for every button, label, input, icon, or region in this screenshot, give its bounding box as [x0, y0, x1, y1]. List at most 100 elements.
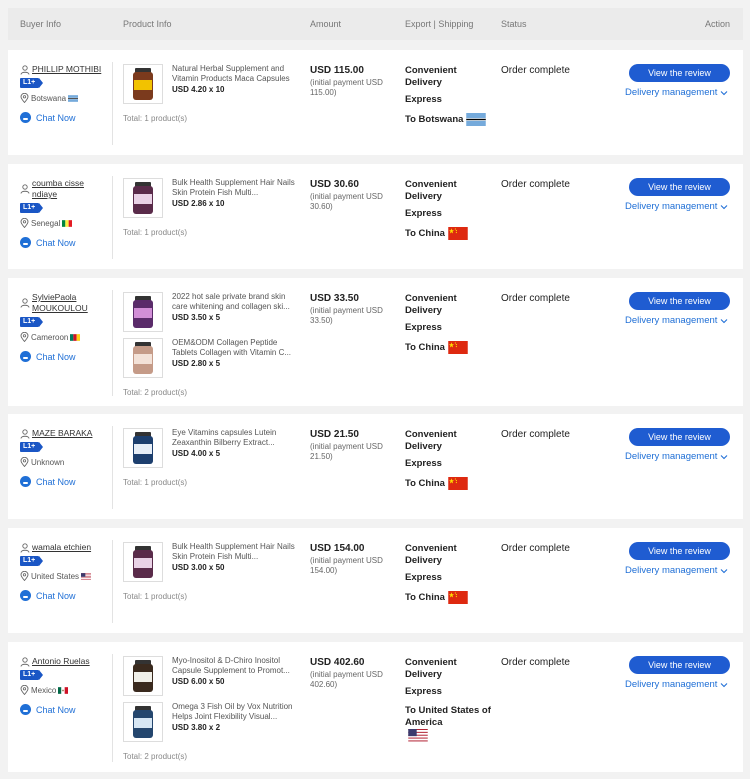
buyer-country-name: Unknown [31, 457, 65, 467]
col-buyer-info: Buyer Info [20, 19, 62, 29]
order-status: Order complete [501, 65, 570, 76]
product-thumbnail[interactable] [123, 338, 163, 378]
shipping-express: Express [405, 322, 442, 333]
shipping-info: Convenient Delivery Express To China [405, 179, 495, 240]
product-item[interactable]: Omega 3 Fish Oil by Vox Nutrition Helps … [123, 702, 308, 748]
product-thumbnail[interactable] [123, 702, 163, 742]
destination-flag-icon [448, 341, 468, 354]
buyer-name-link[interactable]: SylviePaola MOUKOULOU [20, 292, 110, 314]
buyer-name-link[interactable]: wamala etchien [20, 542, 110, 553]
person-icon [20, 656, 30, 667]
product-thumbnail[interactable] [123, 428, 163, 468]
product-title[interactable]: Bulk Health Supplement Hair Nails Skin P… [172, 542, 300, 562]
product-thumbnail[interactable] [123, 656, 163, 696]
view-review-button[interactable]: View the review [629, 656, 730, 674]
product-total: Total: 1 product(s) [123, 228, 188, 237]
col-amount: Amount [310, 19, 342, 29]
product-thumbnail[interactable] [123, 178, 163, 218]
shipping-type: Convenient Delivery [405, 429, 457, 452]
product-bottle-image [124, 703, 162, 741]
buyer-info: PHILLIP MOTHIBI L1+ Botswana Chat Now [20, 64, 110, 123]
buyer-info: wamala etchien L1+ United States Chat Now [20, 542, 110, 601]
buyer-name-link[interactable]: PHILLIP MOTHIBI [20, 64, 110, 75]
buyer-name: PHILLIP MOTHIBI [32, 64, 102, 74]
product-item[interactable]: Bulk Health Supplement Hair Nails Skin P… [123, 542, 308, 588]
column-divider [112, 290, 113, 396]
delivery-management-dropdown[interactable]: Delivery management [625, 315, 728, 326]
view-review-button[interactable]: View the review [629, 178, 730, 196]
product-price: USD 3.50 x 5 [172, 313, 221, 322]
order-card: wamala etchien L1+ United States Chat Now Bu… [8, 528, 743, 633]
order-card: MAZE BARAKA L1+ Unknown Chat Now Eye Vitamin… [8, 414, 743, 519]
buyer-level-badge: L1+ [20, 203, 44, 213]
order-status: Order complete [501, 293, 570, 304]
chat-now-button[interactable]: Chat Now [20, 351, 110, 362]
shipping-info: Convenient Delivery Express To Botswana [405, 65, 495, 126]
buyer-name-link[interactable]: MAZE BARAKA [20, 428, 110, 439]
buyer-info: coumba cisse ndiaye L1+ Senegal Chat Now [20, 178, 110, 248]
destination-flag-icon [448, 477, 468, 490]
product-bottle-image [124, 543, 162, 581]
product-price: USD 3.80 x 2 [172, 723, 221, 732]
product-info: Bulk Health Supplement Hair Nails Skin P… [123, 178, 308, 237]
shipping-info: Convenient Delivery Express To China [405, 293, 495, 354]
delivery-management-dropdown[interactable]: Delivery management [625, 451, 728, 462]
chevron-down-icon [721, 204, 728, 209]
buyer-name-link[interactable]: coumba cisse ndiaye [20, 178, 110, 200]
product-title[interactable]: Eye Vitamins capsules Lutein Zeaxanthin … [172, 428, 300, 448]
chat-now-button[interactable]: Chat Now [20, 112, 110, 123]
destination-flag-icon [466, 113, 487, 126]
amount-value: USD 115.00 [310, 65, 364, 76]
product-item[interactable]: 2022 hot sale private brand skin care wh… [123, 292, 308, 338]
initial-payment: (initial payment USD 21.50) [310, 442, 383, 461]
location-pin-icon [20, 457, 29, 467]
chat-now-button[interactable]: Chat Now [20, 704, 110, 715]
delivery-management-dropdown[interactable]: Delivery management [625, 679, 728, 690]
shipping-destination: To China [405, 227, 495, 240]
product-thumbnail[interactable] [123, 542, 163, 582]
buyer-info: Antonio Ruelas L1+ Mexico Chat Now [20, 656, 110, 715]
chat-now-label: Chat Now [36, 112, 76, 123]
view-review-button[interactable]: View the review [629, 64, 730, 82]
column-divider [112, 426, 113, 509]
product-title[interactable]: OEM&ODM Collagen Peptide Tablets Collage… [172, 338, 300, 358]
delivery-management-dropdown[interactable]: Delivery management [625, 565, 728, 576]
product-info: Eye Vitamins capsules Lutein Zeaxanthin … [123, 428, 308, 487]
amount-value: USD 30.60 [310, 179, 359, 190]
column-divider [112, 654, 113, 762]
chevron-down-icon [721, 90, 728, 95]
country-flag-icon [58, 686, 69, 694]
chat-icon [20, 237, 31, 248]
delivery-management-label: Delivery management [625, 565, 718, 576]
product-title[interactable]: Natural Herbal Supplement and Vitamin Pr… [172, 64, 300, 84]
product-thumbnail[interactable] [123, 64, 163, 104]
order-card: PHILLIP MOTHIBI L1+ Botswana Chat Now Natura… [8, 50, 743, 155]
view-review-button[interactable]: View the review [629, 542, 730, 560]
chat-now-button[interactable]: Chat Now [20, 590, 110, 601]
chat-now-button[interactable]: Chat Now [20, 476, 110, 487]
chat-now-button[interactable]: Chat Now [20, 237, 110, 248]
product-item[interactable]: Eye Vitamins capsules Lutein Zeaxanthin … [123, 428, 308, 474]
product-title[interactable]: 2022 hot sale private brand skin care wh… [172, 292, 300, 312]
order-card: Antonio Ruelas L1+ Mexico Chat Now Myo-Inosi… [8, 642, 743, 772]
view-review-button[interactable]: View the review [629, 428, 730, 446]
delivery-management-dropdown[interactable]: Delivery management [625, 201, 728, 212]
product-price: USD 4.00 x 5 [172, 449, 221, 458]
chat-icon [20, 704, 31, 715]
product-item[interactable]: Natural Herbal Supplement and Vitamin Pr… [123, 64, 308, 110]
delivery-management-dropdown[interactable]: Delivery management [625, 87, 728, 98]
delivery-management-label: Delivery management [625, 679, 718, 690]
product-title[interactable]: Myo-Inositol & D-Chiro Inositol Capsule … [172, 656, 300, 676]
view-review-button[interactable]: View the review [629, 292, 730, 310]
product-item[interactable]: Bulk Health Supplement Hair Nails Skin P… [123, 178, 308, 224]
product-total: Total: 2 product(s) [123, 752, 188, 761]
buyer-name-link[interactable]: Antonio Ruelas [20, 656, 110, 667]
product-title[interactable]: Bulk Health Supplement Hair Nails Skin P… [172, 178, 300, 198]
product-item[interactable]: OEM&ODM Collagen Peptide Tablets Collage… [123, 338, 308, 384]
buyer-country-name: Botswana [31, 93, 67, 103]
delivery-management-label: Delivery management [625, 451, 718, 462]
col-product-info: Product Info [123, 19, 172, 29]
product-thumbnail[interactable] [123, 292, 163, 332]
product-item[interactable]: Myo-Inositol & D-Chiro Inositol Capsule … [123, 656, 308, 702]
product-title[interactable]: Omega 3 Fish Oil by Vox Nutrition Helps … [172, 702, 300, 722]
